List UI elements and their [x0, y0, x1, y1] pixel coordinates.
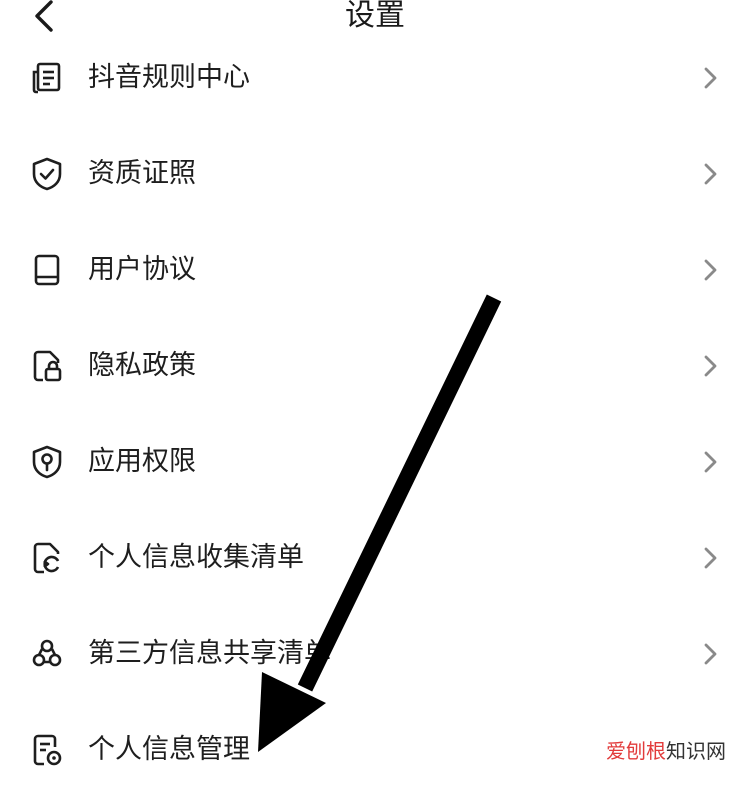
settings-item-label: 隐私政策 — [88, 350, 196, 381]
chevron-right-icon — [704, 355, 717, 377]
shield-check-icon — [32, 157, 62, 191]
settings-item-label: 个人信息管理 — [88, 734, 250, 765]
settings-item-label: 第三方信息共享清单 — [88, 638, 331, 669]
chevron-right-icon — [704, 451, 717, 473]
chevron-right-icon — [704, 259, 717, 281]
shield-key-icon — [32, 445, 62, 479]
settings-item-label: 应用权限 — [88, 446, 196, 477]
settings-item-privacy-policy[interactable]: 隐私政策 — [0, 326, 750, 406]
settings-item-label: 个人信息收集清单 — [88, 542, 304, 573]
watermark-part1: 爱刨根 — [606, 739, 666, 763]
watermark: 爱刨根知识网 — [606, 739, 726, 763]
settings-item-label: 用户协议 — [88, 254, 196, 285]
settings-item-rules-center[interactable]: 抖音规则中心 — [0, 38, 750, 118]
chevron-right-icon — [704, 643, 717, 665]
share-nodes-icon — [32, 639, 62, 667]
chevron-right-icon — [704, 547, 717, 569]
book-icon — [34, 254, 60, 286]
file-lock-icon — [33, 350, 62, 382]
settings-item-app-permissions[interactable]: 应用权限 — [0, 422, 750, 502]
settings-list: 抖音规则中心 资质证照 用户协议 隐私政策 应用权限 个人信息收集清单 第三方信… — [0, 0, 750, 771]
settings-item-label: 资质证照 — [88, 158, 196, 189]
chevron-right-icon — [704, 67, 717, 89]
document-list-icon — [32, 62, 61, 94]
settings-item-user-agreement[interactable]: 用户协议 — [0, 230, 750, 310]
settings-item-label: 抖音规则中心 — [88, 62, 250, 93]
settings-item-qualifications[interactable]: 资质证照 — [0, 134, 750, 214]
settings-item-personal-info-collection[interactable]: 个人信息收集清单 — [0, 518, 750, 598]
watermark-part2: 知识网 — [666, 739, 726, 763]
settings-item-third-party-sharing[interactable]: 第三方信息共享清单 — [0, 614, 750, 694]
chevron-right-icon — [704, 163, 717, 185]
file-export-icon — [33, 542, 60, 574]
file-settings-icon — [33, 734, 62, 766]
